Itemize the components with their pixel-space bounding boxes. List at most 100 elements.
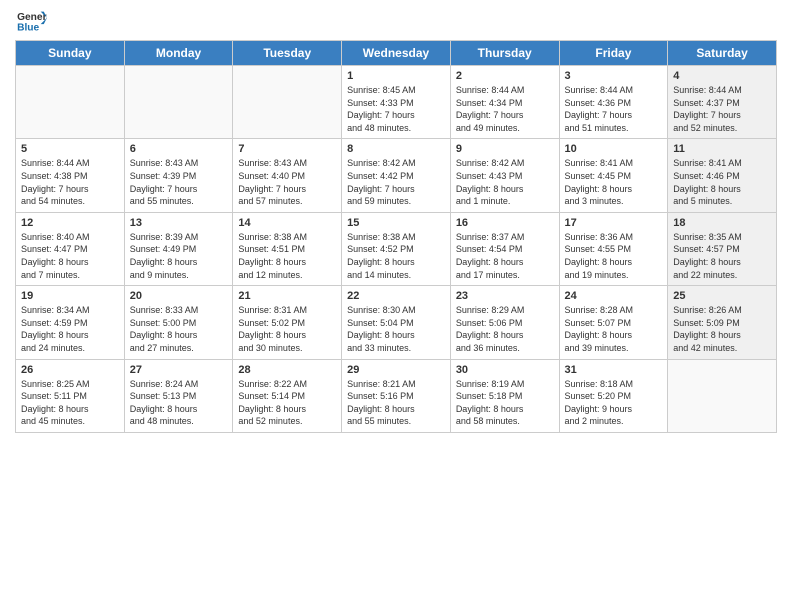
calendar-week-row: 19 Sunrise: 8:34 AM Sunset: 4:59 PM Dayli…	[16, 286, 777, 359]
day-number: 31	[565, 364, 663, 376]
day-info: Sunrise: 8:26 AM Sunset: 5:09 PM Dayligh…	[673, 304, 771, 354]
day-info: Sunrise: 8:38 AM Sunset: 4:51 PM Dayligh…	[238, 231, 336, 281]
day-number: 15	[347, 217, 445, 229]
day-number: 7	[238, 143, 336, 155]
day-info: Sunrise: 8:28 AM Sunset: 5:07 PM Dayligh…	[565, 304, 663, 354]
day-number: 24	[565, 290, 663, 302]
day-info: Sunrise: 8:41 AM Sunset: 4:46 PM Dayligh…	[673, 157, 771, 207]
logo-icon: General Blue	[17, 10, 47, 32]
weekday-header-saturday: Saturday	[668, 41, 777, 66]
calendar-cell: 18 Sunrise: 8:35 AM Sunset: 4:57 PM Dayli…	[668, 212, 777, 285]
calendar-cell: 29Sunrise: 8:21 AM Sunset: 5:16 PM Dayli…	[342, 359, 451, 432]
day-number: 19	[21, 290, 119, 302]
day-number: 8	[347, 143, 445, 155]
calendar-cell: 4 Sunrise: 8:44 AM Sunset: 4:37 PM Daylig…	[668, 66, 777, 139]
calendar-cell: 28Sunrise: 8:22 AM Sunset: 5:14 PM Dayli…	[233, 359, 342, 432]
day-info: Sunrise: 8:43 AM Sunset: 4:39 PM Dayligh…	[130, 157, 228, 207]
day-number: 23	[456, 290, 554, 302]
calendar-cell: 15 Sunrise: 8:38 AM Sunset: 4:52 PM Dayli…	[342, 212, 451, 285]
day-number: 10	[565, 143, 663, 155]
day-info: Sunrise: 8:37 AM Sunset: 4:54 PM Dayligh…	[456, 231, 554, 281]
weekday-header-wednesday: Wednesday	[342, 41, 451, 66]
calendar-cell: 26Sunrise: 8:25 AM Sunset: 5:11 PM Dayli…	[16, 359, 125, 432]
calendar-cell: 13 Sunrise: 8:39 AM Sunset: 4:49 PM Dayli…	[124, 212, 233, 285]
day-info: Sunrise: 8:43 AM Sunset: 4:40 PM Dayligh…	[238, 157, 336, 207]
day-number: 4	[673, 70, 771, 82]
day-number: 13	[130, 217, 228, 229]
calendar-cell: 21Sunrise: 8:31 AM Sunset: 5:02 PM Dayli…	[233, 286, 342, 359]
day-number: 27	[130, 364, 228, 376]
calendar-week-row: 26Sunrise: 8:25 AM Sunset: 5:11 PM Dayli…	[16, 359, 777, 432]
page: General Blue SundayMondayTuesdayWednesda…	[0, 0, 792, 612]
weekday-header-sunday: Sunday	[16, 41, 125, 66]
day-info: Sunrise: 8:18 AM Sunset: 5:20 PM Dayligh…	[565, 378, 663, 428]
svg-text:General: General	[17, 12, 47, 23]
calendar-cell: 2 Sunrise: 8:44 AM Sunset: 4:34 PM Daylig…	[450, 66, 559, 139]
day-info: Sunrise: 8:40 AM Sunset: 4:47 PM Dayligh…	[21, 231, 119, 281]
day-number: 6	[130, 143, 228, 155]
day-number: 16	[456, 217, 554, 229]
day-number: 17	[565, 217, 663, 229]
day-number: 14	[238, 217, 336, 229]
day-number: 26	[21, 364, 119, 376]
day-number: 18	[673, 217, 771, 229]
day-number: 21	[238, 290, 336, 302]
calendar-cell: 30Sunrise: 8:19 AM Sunset: 5:18 PM Dayli…	[450, 359, 559, 432]
day-info: Sunrise: 8:24 AM Sunset: 5:13 PM Dayligh…	[130, 378, 228, 428]
day-info: Sunrise: 8:44 AM Sunset: 4:37 PM Dayligh…	[673, 84, 771, 134]
day-number: 5	[21, 143, 119, 155]
day-number: 20	[130, 290, 228, 302]
calendar-cell: 3 Sunrise: 8:44 AM Sunset: 4:36 PM Daylig…	[559, 66, 668, 139]
calendar-cell: 8 Sunrise: 8:42 AM Sunset: 4:42 PM Daylig…	[342, 139, 451, 212]
day-info: Sunrise: 8:33 AM Sunset: 5:00 PM Dayligh…	[130, 304, 228, 354]
calendar-cell: 22 Sunrise: 8:30 AM Sunset: 5:04 PM Dayli…	[342, 286, 451, 359]
day-info: Sunrise: 8:44 AM Sunset: 4:38 PM Dayligh…	[21, 157, 119, 207]
day-info: Sunrise: 8:41 AM Sunset: 4:45 PM Dayligh…	[565, 157, 663, 207]
day-info: Sunrise: 8:45 AM Sunset: 4:33 PM Dayligh…	[347, 84, 445, 134]
calendar-cell: 5 Sunrise: 8:44 AM Sunset: 4:38 PM Daylig…	[16, 139, 125, 212]
weekday-header-monday: Monday	[124, 41, 233, 66]
day-number: 22	[347, 290, 445, 302]
day-number: 12	[21, 217, 119, 229]
calendar-cell	[16, 66, 125, 139]
calendar-week-row: 1 Sunrise: 8:45 AM Sunset: 4:33 PM Daylig…	[16, 66, 777, 139]
calendar-week-row: 12 Sunrise: 8:40 AM Sunset: 4:47 PM Dayli…	[16, 212, 777, 285]
calendar-cell: 1 Sunrise: 8:45 AM Sunset: 4:33 PM Daylig…	[342, 66, 451, 139]
day-number: 30	[456, 364, 554, 376]
calendar-cell	[124, 66, 233, 139]
day-info: Sunrise: 8:30 AM Sunset: 5:04 PM Dayligh…	[347, 304, 445, 354]
day-info: Sunrise: 8:42 AM Sunset: 4:42 PM Dayligh…	[347, 157, 445, 207]
weekday-header-row: SundayMondayTuesdayWednesdayThursdayFrid…	[16, 41, 777, 66]
day-info: Sunrise: 8:34 AM Sunset: 4:59 PM Dayligh…	[21, 304, 119, 354]
day-info: Sunrise: 8:39 AM Sunset: 4:49 PM Dayligh…	[130, 231, 228, 281]
day-info: Sunrise: 8:29 AM Sunset: 5:06 PM Dayligh…	[456, 304, 554, 354]
calendar-cell: 6 Sunrise: 8:43 AM Sunset: 4:39 PM Daylig…	[124, 139, 233, 212]
weekday-header-friday: Friday	[559, 41, 668, 66]
calendar-cell: 12 Sunrise: 8:40 AM Sunset: 4:47 PM Dayli…	[16, 212, 125, 285]
day-info: Sunrise: 8:21 AM Sunset: 5:16 PM Dayligh…	[347, 378, 445, 428]
calendar-table: SundayMondayTuesdayWednesdayThursdayFrid…	[15, 40, 777, 433]
logo: General Blue	[15, 10, 49, 32]
day-info: Sunrise: 8:42 AM Sunset: 4:43 PM Dayligh…	[456, 157, 554, 207]
day-info: Sunrise: 8:36 AM Sunset: 4:55 PM Dayligh…	[565, 231, 663, 281]
day-info: Sunrise: 8:35 AM Sunset: 4:57 PM Dayligh…	[673, 231, 771, 281]
calendar-cell: 16 Sunrise: 8:37 AM Sunset: 4:54 PM Dayli…	[450, 212, 559, 285]
weekday-header-tuesday: Tuesday	[233, 41, 342, 66]
day-number: 1	[347, 70, 445, 82]
day-number: 3	[565, 70, 663, 82]
day-number: 11	[673, 143, 771, 155]
day-info: Sunrise: 8:38 AM Sunset: 4:52 PM Dayligh…	[347, 231, 445, 281]
calendar-cell	[668, 359, 777, 432]
day-number: 2	[456, 70, 554, 82]
header: General Blue	[15, 10, 777, 32]
calendar-cell: 7 Sunrise: 8:43 AM Sunset: 4:40 PM Daylig…	[233, 139, 342, 212]
day-info: Sunrise: 8:44 AM Sunset: 4:36 PM Dayligh…	[565, 84, 663, 134]
weekday-header-thursday: Thursday	[450, 41, 559, 66]
day-number: 9	[456, 143, 554, 155]
calendar-cell: 23 Sunrise: 8:29 AM Sunset: 5:06 PM Dayli…	[450, 286, 559, 359]
day-info: Sunrise: 8:44 AM Sunset: 4:34 PM Dayligh…	[456, 84, 554, 134]
calendar-cell: 17 Sunrise: 8:36 AM Sunset: 4:55 PM Dayli…	[559, 212, 668, 285]
calendar-cell: 9 Sunrise: 8:42 AM Sunset: 4:43 PM Daylig…	[450, 139, 559, 212]
calendar-cell: 20 Sunrise: 8:33 AM Sunset: 5:00 PM Dayli…	[124, 286, 233, 359]
calendar-cell: 24 Sunrise: 8:28 AM Sunset: 5:07 PM Dayli…	[559, 286, 668, 359]
